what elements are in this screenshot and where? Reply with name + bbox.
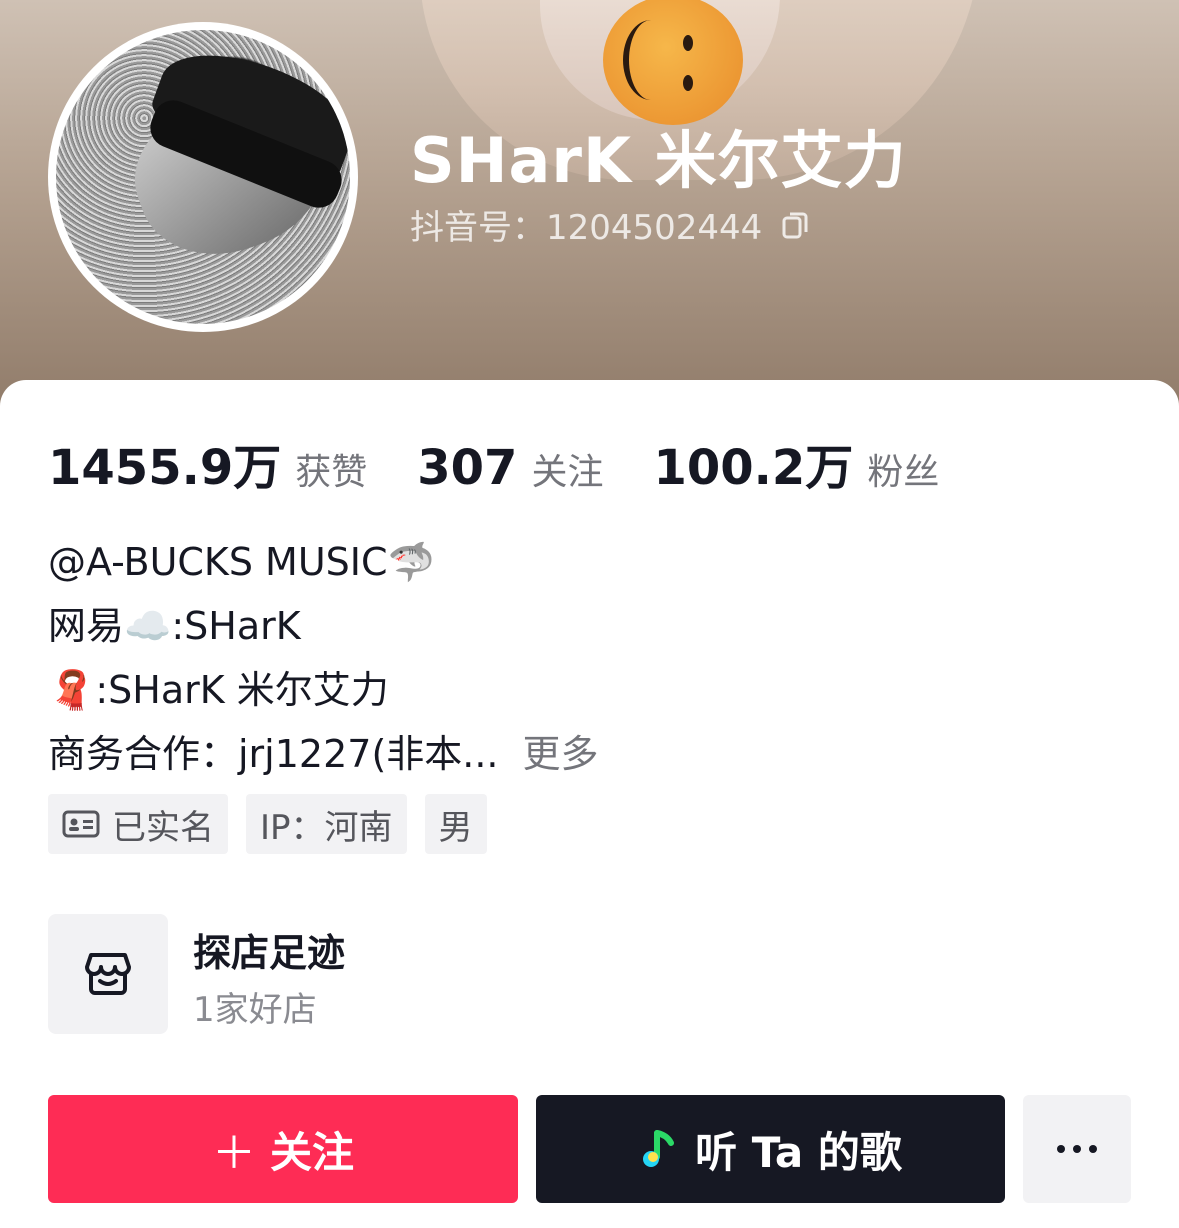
- stat-followers[interactable]: 100.2万 粉丝: [653, 428, 939, 498]
- bio-text: 网易: [48, 604, 125, 648]
- bio-line: 网易 ☁️ :SHarK: [48, 594, 599, 658]
- scarf-icon: 🧣: [48, 668, 96, 712]
- stats-row: 1455.9万 获赞 307 关注 100.2万 粉丝: [48, 428, 989, 498]
- bio-line: 🧣 :SHarK 米尔艾力: [48, 658, 599, 722]
- bio-line: 商务合作：jrj1227(非本... 更多: [48, 722, 599, 786]
- bio-line: @A-BUCKS MUSIC 🦈: [48, 530, 599, 594]
- tag-label: IP：河南: [260, 807, 393, 848]
- douyin-id[interactable]: 抖音号：1204502444: [410, 200, 808, 249]
- stat-label: 粉丝: [867, 452, 940, 493]
- bio-text: :SHarK 米尔艾力: [95, 668, 389, 712]
- tag-verified[interactable]: 已实名: [48, 794, 228, 854]
- stat-value: 100.2万: [653, 440, 854, 496]
- music-note-icon: [639, 1127, 681, 1171]
- stat-following[interactable]: 307 关注: [417, 440, 603, 496]
- plus-icon: ＋: [211, 1128, 256, 1179]
- bio-text: @A-BUCKS MUSIC: [48, 540, 388, 584]
- stat-label: 获赞: [295, 452, 368, 493]
- tag-gender: 男: [424, 794, 487, 854]
- tag-label: 男: [438, 807, 473, 848]
- copy-icon[interactable]: [782, 211, 808, 239]
- avatar[interactable]: [56, 30, 350, 324]
- profile-header: SHarK 米尔艾力 抖音号：1204502444: [0, 0, 1179, 420]
- store-visits-entry[interactable]: 探店足迹 1家好店: [48, 914, 748, 1034]
- stat-likes[interactable]: 1455.9万 获赞: [48, 428, 367, 498]
- profile-name: SHarK 米尔艾力: [410, 124, 907, 197]
- stat-value: 1455.9万: [48, 440, 282, 496]
- bio-text: 商务合作：jrj1227(非本...: [48, 732, 499, 776]
- more-dots-icon: [1057, 1145, 1097, 1153]
- douyin-id-text: 抖音号：1204502444: [410, 208, 763, 248]
- tag-label: 已实名: [112, 807, 214, 848]
- store-subtitle: 1家好店: [193, 990, 317, 1030]
- profile-card: 1455.9万 获赞 307 关注 100.2万 粉丝 @A-BUCKS MUS…: [0, 380, 1179, 1228]
- bio: @A-BUCKS MUSIC 🦈 网易 ☁️ :SHarK 🧣 :SHarK 米…: [48, 530, 599, 786]
- cloud-icon: ☁️: [124, 604, 172, 648]
- store-icon: [48, 914, 168, 1034]
- bio-text: :SHarK: [171, 604, 301, 648]
- id-card-icon: [62, 809, 100, 839]
- shark-icon: 🦈: [387, 540, 435, 584]
- stat-label: 关注: [531, 452, 604, 493]
- music-label: 听 Ta 的歌: [695, 1127, 902, 1177]
- smiley-face-icon: [603, 0, 743, 125]
- follow-button[interactable]: ＋ 关注: [48, 1095, 518, 1203]
- tag-ip: IP：河南: [246, 794, 407, 854]
- more-options-button[interactable]: [1023, 1095, 1131, 1203]
- store-title: 探店足迹: [193, 931, 346, 975]
- listen-music-button[interactable]: 听 Ta 的歌: [536, 1095, 1005, 1203]
- profile-tags: 已实名 IP：河南 男: [48, 794, 487, 854]
- bio-more-link[interactable]: 更多: [523, 722, 599, 786]
- follow-label: 关注: [269, 1127, 354, 1177]
- stat-value: 307: [417, 440, 518, 496]
